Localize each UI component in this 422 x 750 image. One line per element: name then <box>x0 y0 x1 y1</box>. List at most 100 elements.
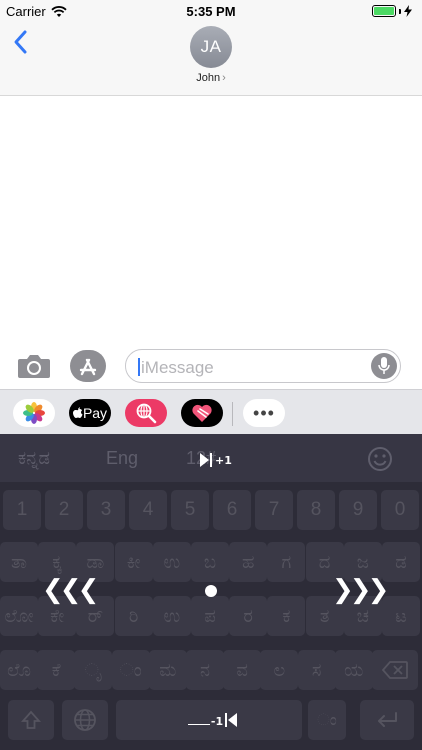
back-chevron-icon[interactable] <box>10 28 32 56</box>
kannada-letter-key-label: ಟ <box>395 605 407 627</box>
kannada-letter-key-label: ಕೇ <box>50 605 65 627</box>
contact-avatar[interactable]: JA <box>190 26 232 68</box>
kannada-letter-key-label: ಸ <box>311 659 322 681</box>
number-key[interactable]: 7 <box>255 490 293 530</box>
contact-name-button[interactable]: John › <box>0 72 422 84</box>
number-key[interactable]: 6 <box>213 490 251 530</box>
number-key-label: 1 <box>16 499 28 520</box>
kannada-letter-key-label: ಕೆ <box>51 659 61 681</box>
kannada-letter-key[interactable]: ವ <box>223 650 262 690</box>
kannada-letter-key-label: ಂ <box>119 659 142 681</box>
app-store-icon[interactable] <box>70 350 106 382</box>
kannada-letter-key-label: ಉ <box>163 551 181 573</box>
number-key-label: 3 <box>100 499 112 520</box>
play-forward-icon <box>200 453 212 467</box>
kannada-letter-key-label: ಜ <box>356 551 369 573</box>
number-key[interactable]: 9 <box>339 490 377 530</box>
kannada-letter-key-label: ತ <box>319 605 330 627</box>
shift-icon <box>21 710 41 729</box>
number-key-label: 7 <box>268 499 280 520</box>
messages-screen: Carrier 5:35 PM JA John › iMessage Pay •… <box>0 0 422 750</box>
swipe-right-arrows: ❯❯❯ <box>332 575 389 605</box>
microphone-button[interactable] <box>371 353 397 379</box>
kannada-letter-key-label: ನ <box>199 659 210 681</box>
cursor-back-one-hint: -1 <box>187 712 238 728</box>
apple-pay-label: Pay <box>82 405 108 421</box>
more-apps-icon: ••• <box>253 402 275 423</box>
kannada-letter-key-label: ಪ <box>204 605 216 627</box>
kannada-letter-key[interactable]: ಕ <box>267 596 306 636</box>
kannada-letter-key[interactable]: ಬ <box>191 542 229 582</box>
kannada-letter-key[interactable]: ಕೀ <box>114 542 153 582</box>
cursor-forward-one-hint: +1 <box>199 452 232 468</box>
microphone-icon <box>378 357 390 374</box>
number-key[interactable]: 3 <box>87 490 125 530</box>
return-key[interactable] <box>360 700 414 740</box>
kannada-letter-key[interactable]: ತಾ <box>0 542 38 582</box>
kannada-letter-key[interactable]: ಮ <box>148 650 187 690</box>
kannada-letter-key[interactable]: ಯ <box>334 650 373 690</box>
number-key[interactable]: 2 <box>45 490 83 530</box>
kannada-letter-key-label: ಹ <box>241 551 255 573</box>
kannada-letter-key[interactable]: ಉ <box>152 596 191 636</box>
number-key[interactable]: 1 <box>3 490 41 530</box>
kannada-letter-key[interactable]: ನ <box>186 650 224 690</box>
kannada-letter-key-label: ರ್ <box>87 605 104 627</box>
camera-icon[interactable] <box>17 353 51 379</box>
number-key[interactable]: 8 <box>297 490 335 530</box>
kannada-letter-key-label: ದ <box>318 551 331 573</box>
lang-kannada-key[interactable]: ಕನ್ನಡ <box>18 448 50 469</box>
kannada-letter-key-label: ವ <box>236 659 248 681</box>
number-key-label: 5 <box>184 499 196 520</box>
kannada-letter-key[interactable]: ಂ <box>111 650 150 690</box>
number-key[interactable]: 5 <box>171 490 209 530</box>
backspace-key[interactable] <box>372 650 418 690</box>
more-apps-button[interactable]: ••• <box>243 399 285 427</box>
text-cursor <box>138 358 140 376</box>
kannada-letter-key[interactable]: ಲ <box>260 650 299 690</box>
kannada-letter-key[interactable]: ಉ <box>152 542 191 582</box>
status-bar: Carrier 5:35 PM <box>0 0 422 22</box>
message-input[interactable]: iMessage <box>125 349 401 383</box>
message-thread[interactable] <box>0 97 422 345</box>
kannada-letter-key[interactable]: ಲೋ <box>0 596 38 636</box>
composer-row: iMessage <box>0 345 422 389</box>
kannada-keyboard: ಕನ್ನಡ Eng 12# +1 1234567890 ತಾಕ್ಕಡಾಕೀಉಬಹ… <box>0 434 422 750</box>
space-underline-mark <box>187 724 210 725</box>
space-key[interactable]: -1 <box>116 700 302 740</box>
kannada-letter-key[interactable]: ಟ <box>382 596 420 636</box>
kannada-letter-key[interactable]: ಪ <box>191 596 229 636</box>
emoji-icon[interactable] <box>367 446 393 472</box>
kannada-letter-key[interactable]: ಕೆ <box>37 650 76 690</box>
swipe-center-dot <box>205 585 217 597</box>
number-key[interactable]: 4 <box>129 490 167 530</box>
kannada-letter-key-label: ತಾ <box>11 551 27 573</box>
kannada-letter-key[interactable]: ಲೊ <box>0 650 38 690</box>
apple-pay-button[interactable]: Pay <box>69 399 111 427</box>
cursor-forward-one-label: +1 <box>215 453 232 467</box>
number-key-label: 6 <box>226 499 238 520</box>
kannada-letter-key[interactable]: ಡ <box>382 542 420 582</box>
kannada-letter-key-label: ರ <box>243 605 253 627</box>
kannada-letter-key-label: ಬ <box>203 551 217 573</box>
photos-icon <box>23 402 45 424</box>
heart-stickers-app-button[interactable] <box>181 399 223 427</box>
number-key-label: 2 <box>58 499 70 520</box>
lang-english-key[interactable]: Eng <box>106 448 138 469</box>
kannada-letter-key[interactable]: ೃ <box>74 650 113 690</box>
globe-icon <box>74 709 96 731</box>
photos-app-button[interactable] <box>13 399 55 427</box>
kannada-letter-key[interactable]: ಗ <box>267 542 306 582</box>
kannada-letter-key[interactable]: ರಿ <box>114 596 153 636</box>
number-key-label: 4 <box>142 499 154 520</box>
number-key[interactable]: 0 <box>381 490 419 530</box>
keyboard-top-row: ಕನ್ನಡ Eng 12# +1 <box>0 434 422 482</box>
kannada-letter-key[interactable]: ರ <box>229 596 268 636</box>
kannada-letter-key-label: ಲೊ <box>7 659 31 681</box>
search-images-app-button[interactable] <box>125 399 167 427</box>
kannada-letter-key[interactable]: ಹ <box>229 542 268 582</box>
shift-key[interactable] <box>8 700 54 740</box>
dot-key[interactable]: ಂ <box>308 700 346 740</box>
kannada-letter-key[interactable]: ಸ <box>297 650 336 690</box>
globe-key[interactable] <box>62 700 108 740</box>
